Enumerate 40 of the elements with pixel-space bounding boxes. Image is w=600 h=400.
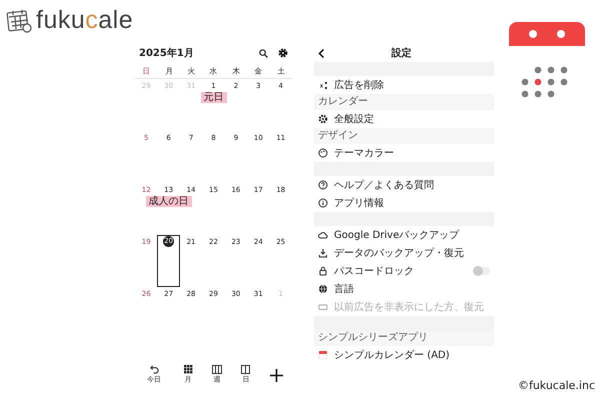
settings-item[interactable]: シンプルカレンダー (AD) — [314, 346, 494, 364]
settings-icon[interactable] — [278, 48, 288, 58]
gear-icon — [318, 114, 328, 124]
copyright-text: ©fukucale.inc — [518, 379, 595, 392]
lock-icon — [318, 266, 328, 276]
section-header: デザイン — [314, 128, 494, 144]
selection-frame — [157, 235, 180, 287]
calendar-icon — [318, 350, 328, 360]
settings-item[interactable]: 広告を削除 — [314, 76, 494, 94]
search-icon[interactable] — [259, 48, 268, 58]
palette-icon — [318, 148, 328, 158]
section-header: シンプルシリーズアプリ — [314, 330, 494, 346]
event-label[interactable]: 元日 — [200, 92, 226, 103]
event-label[interactable]: 成人の日 — [146, 196, 192, 207]
undo-icon — [150, 365, 159, 374]
info-icon — [318, 198, 328, 208]
column-icon — [241, 365, 250, 374]
settings-item[interactable]: パスコードロック — [314, 262, 494, 280]
settings-item[interactable]: テーマカラー — [314, 144, 494, 162]
back-button[interactable] — [318, 48, 325, 58]
columns-icon — [212, 365, 222, 374]
settings-item[interactable]: アプリ情報 — [314, 194, 494, 212]
grid-icon — [184, 365, 193, 374]
download-icon — [318, 248, 328, 258]
help-icon — [318, 180, 328, 190]
month-title: 2025年1月 — [139, 46, 195, 60]
settings-item[interactable]: ヘルプ／よくある質問 — [314, 176, 494, 194]
settings-item[interactable]: データのバックアップ・復元 — [314, 244, 494, 262]
globe-icon — [318, 284, 328, 294]
settings-item[interactable]: 全般設定 — [314, 110, 494, 128]
card-icon — [318, 302, 328, 312]
settings-item[interactable]: 言語 — [314, 280, 494, 298]
toggle-switch[interactable] — [474, 267, 490, 275]
settings-item[interactable]: Google Driveバックアップ — [314, 226, 494, 244]
section-header: カレンダー — [314, 94, 494, 110]
logo-text: fukucale — [36, 6, 134, 35]
calendar-icon — [6, 8, 32, 34]
add-button[interactable] — [270, 368, 283, 382]
cloud-icon — [318, 230, 328, 240]
screen-title: 設定 — [390, 46, 412, 60]
